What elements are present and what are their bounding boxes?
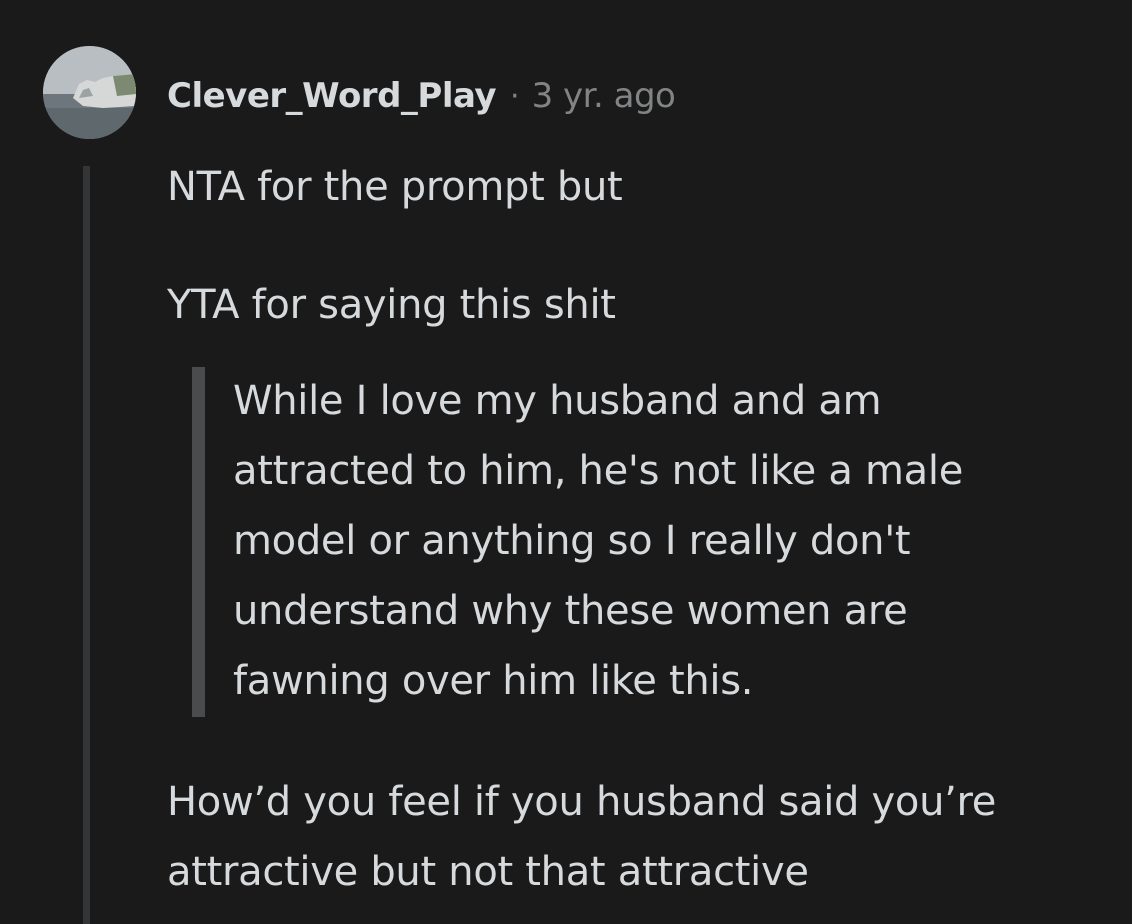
blockquote-line: attracted to him, he's not like a male xyxy=(233,448,964,494)
blockquote-line: fawning over him like this. xyxy=(233,658,754,704)
blockquote-line: While I love my husband and am xyxy=(233,378,882,424)
paragraph-line: How’d you feel if you husband said you’r… xyxy=(167,779,997,825)
author-username[interactable]: Clever_Word_Play xyxy=(167,76,497,116)
comment: Clever_Word_Play · 3 yr. ago NTA for the… xyxy=(0,0,1132,924)
comment-paragraph: How’d you feel if you husband said you’r… xyxy=(167,767,996,907)
paragraph-line: attractive but not that attractive xyxy=(167,849,809,895)
blockquote-text: While I love my husband and am attracted… xyxy=(233,366,963,716)
comment-timestamp[interactable]: 3 yr. ago xyxy=(532,76,676,116)
thread-collapse-line[interactable] xyxy=(83,166,90,924)
blockquote-line: understand why these women are xyxy=(233,588,908,634)
blockquote-line: model or anything so I really don't xyxy=(233,518,911,564)
blockquote-bar xyxy=(192,367,205,717)
user-avatar[interactable] xyxy=(43,46,136,139)
comment-paragraph: NTA for the prompt but xyxy=(167,164,623,210)
meta-separator: · xyxy=(510,78,520,114)
comment-paragraph: YTA for saying this shit xyxy=(167,282,616,328)
blockquote: While I love my husband and am attracted… xyxy=(192,367,1072,717)
avatar-cliff-photo-icon xyxy=(43,46,136,139)
comment-meta: Clever_Word_Play · 3 yr. ago xyxy=(167,72,676,120)
